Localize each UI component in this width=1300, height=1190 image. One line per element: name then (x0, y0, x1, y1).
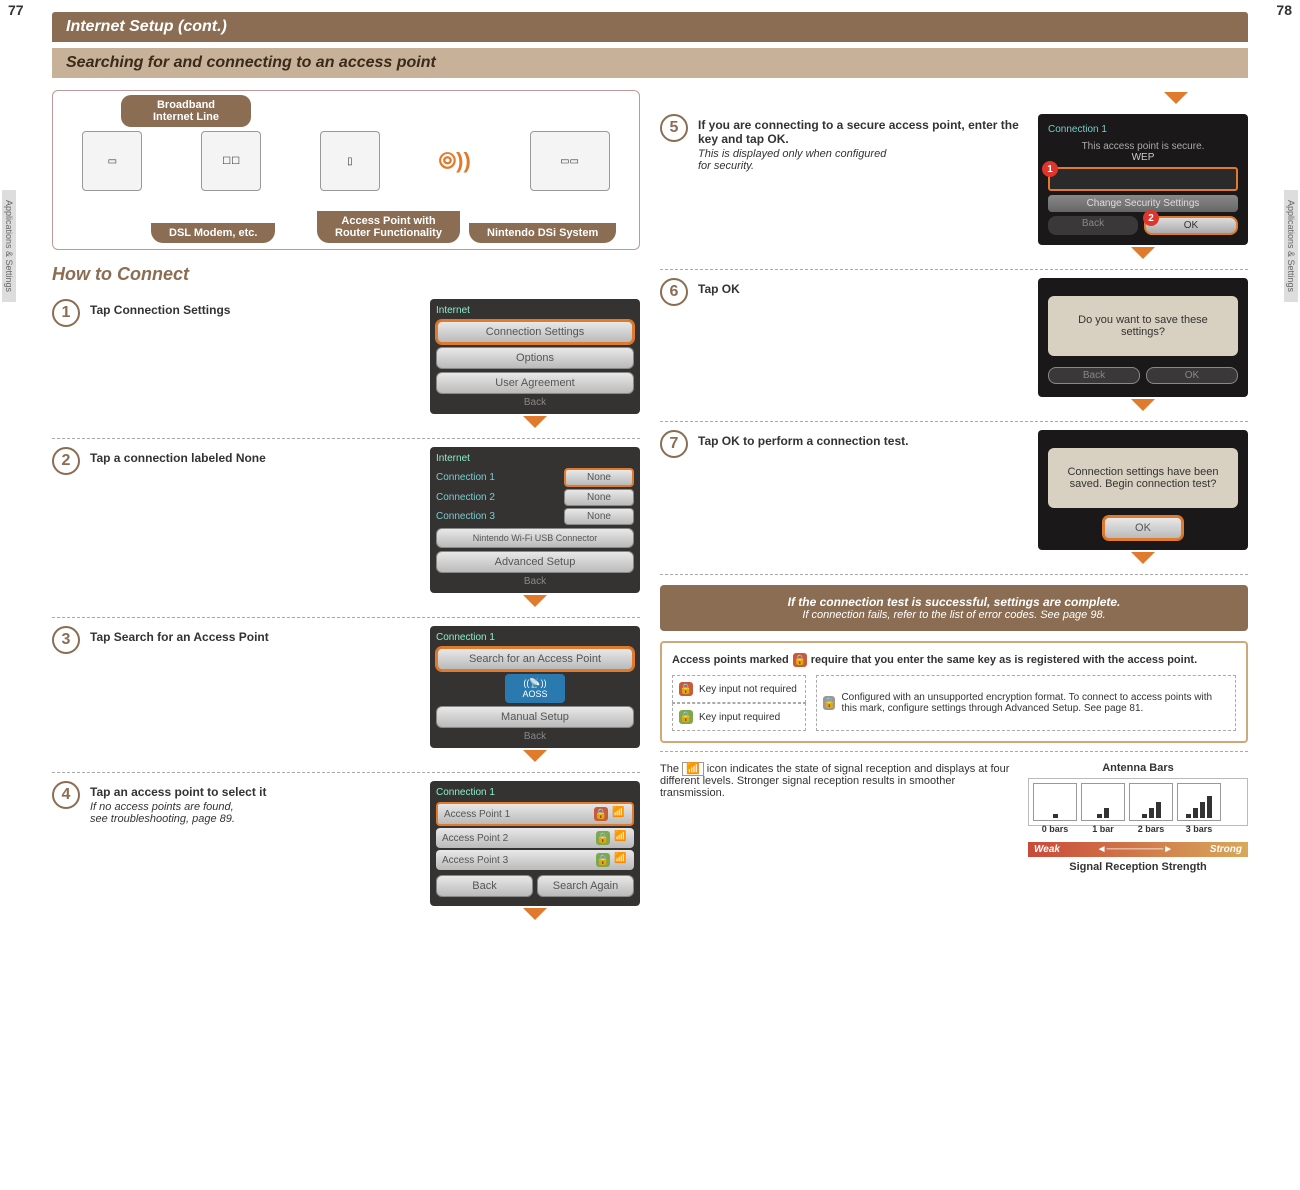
key-required-cell: 🔒Key input required (672, 703, 806, 731)
options-button[interactable]: Options (436, 347, 634, 369)
step-7-number: 7 (660, 430, 688, 458)
back-button[interactable]: Back (436, 576, 634, 587)
ok-button[interactable]: OK (1103, 516, 1183, 540)
arrow-down-icon (1164, 92, 1188, 104)
completion-message: If the connection test is successful, se… (660, 585, 1248, 631)
lock-icon: 🔒 (594, 807, 608, 821)
bars-2: 2 bars (1129, 783, 1173, 821)
diagram-dsi-label: Nintendo DSi System (469, 223, 616, 243)
lock-icon: 🔒 (793, 653, 807, 667)
access-point-3[interactable]: Access Point 3🔒📶 (436, 850, 634, 870)
signal-icon: 📶 (614, 831, 628, 845)
ok-button[interactable]: OK (1146, 367, 1238, 384)
signal-description: The 📶 icon indicates the state of signal… (660, 762, 1012, 799)
lock-icon: 🔒 (679, 682, 693, 696)
lock-icon: 🔒 (823, 696, 835, 710)
diagram-broadband-label: Broadband Internet Line (121, 95, 251, 127)
aoss-button[interactable]: ((📡))AOSS (505, 674, 565, 703)
lock-icon: 🔒 (679, 710, 693, 724)
step-7-screen: Connection settings have been saved. Beg… (1038, 430, 1248, 550)
step-3-number: 3 (52, 626, 80, 654)
step-1: 1 Tap Connection Settings Internet Conne… (52, 291, 640, 439)
step-2: 2 Tap a connection labeled None Internet… (52, 439, 640, 618)
side-tab-left: Applications & Settings (2, 190, 16, 302)
manual-setup-button[interactable]: Manual Setup (436, 706, 634, 728)
wifi-icon: ⦾)) (439, 148, 471, 174)
arrow-down-icon (523, 908, 547, 920)
page-num-left: 77 (8, 2, 24, 18)
signal-reception-label: Signal Reception Strength (1028, 861, 1248, 873)
connection-1-row[interactable]: Connection 1None (436, 468, 634, 487)
security-key-input[interactable]: 1 (1048, 167, 1238, 191)
step-6: 6 Tap OK Do you want to save these setti… (660, 270, 1248, 422)
unsupported-cell: 🔒Configured with an unsupported encrypti… (816, 675, 1236, 731)
lock-icon: 🔒 (596, 831, 610, 845)
signal-icon: 📶 (682, 762, 704, 776)
connection-settings-button[interactable]: Connection Settings (436, 320, 634, 344)
router-icon: ▯ (320, 131, 380, 191)
back-button[interactable]: Back (1048, 216, 1138, 235)
step-1-number: 1 (52, 299, 80, 327)
step-4-screen: Connection 1 Access Point 1🔒📶 Access Poi… (430, 781, 640, 906)
back-button[interactable]: Back (1048, 367, 1140, 384)
step-3: 3 Tap Search for an Access Point Connect… (52, 618, 640, 773)
how-to-connect-heading: How to Connect (52, 264, 640, 285)
usb-connector-button[interactable]: Nintendo Wi-Fi USB Connector (436, 528, 634, 548)
arrow-down-icon (523, 750, 547, 762)
arrow-down-icon (523, 595, 547, 607)
subheader-title: Searching for and connecting to an acces… (52, 48, 1248, 78)
step-5-number: 5 (660, 114, 688, 142)
modem-icon: ☐☐ (201, 131, 261, 191)
diagram-ap-label: Access Point with Router Functionality (317, 211, 460, 243)
bars-0: 0 bars (1033, 783, 1077, 821)
access-point-2[interactable]: Access Point 2🔒📶 (436, 828, 634, 848)
step-5-screen: Connection 1 This access point is secure… (1038, 114, 1248, 245)
lock-icon: 🔒 (596, 853, 610, 867)
page-num-right: 78 (1276, 2, 1292, 18)
access-point-1[interactable]: Access Point 1🔒📶 (436, 802, 634, 826)
step-6-screen: Do you want to save these settings? Back… (1038, 278, 1248, 397)
key-not-required-cell: 🔒Key input not required (672, 675, 806, 703)
search-ap-button[interactable]: Search for an Access Point (436, 647, 634, 671)
arrow-down-icon (523, 416, 547, 428)
access-point-info-box: Access points marked 🔒 require that you … (660, 641, 1248, 743)
step-3-screen: Connection 1 Search for an Access Point … (430, 626, 640, 748)
signal-icon: 📶 (614, 853, 628, 867)
callout-2: 2 (1143, 210, 1159, 226)
arrow-down-icon (1131, 399, 1155, 411)
step-7: 7 Tap OK to perform a connection test. C… (660, 422, 1248, 575)
step-5: 5 If you are connecting to a secure acce… (660, 106, 1248, 270)
change-security-button[interactable]: Change Security Settings (1048, 195, 1238, 212)
back-button[interactable]: Back (436, 397, 634, 408)
step-6-number: 6 (660, 278, 688, 306)
step-1-screen: Internet Connection Settings Options Use… (430, 299, 640, 414)
step-2-screen: Internet Connection 1None Connection 2No… (430, 447, 640, 593)
diagram-modem-label: DSL Modem, etc. (151, 223, 275, 243)
user-agreement-button[interactable]: User Agreement (436, 372, 634, 394)
wall-jack-icon: ▭ (82, 131, 142, 191)
back-button[interactable]: Back (436, 731, 634, 742)
back-button[interactable]: Back (436, 875, 533, 897)
step-2-number: 2 (52, 447, 80, 475)
arrow-down-icon (1131, 552, 1155, 564)
signal-icon: 📶 (612, 807, 626, 821)
network-diagram: Broadband Internet Line ▭ ☐☐ ▯ ⦾)) ▭▭ DS… (52, 90, 640, 250)
advanced-setup-button[interactable]: Advanced Setup (436, 551, 634, 573)
step-4-number: 4 (52, 781, 80, 809)
step-4: 4 Tap an access point to select itIf no … (52, 773, 640, 930)
side-tab-right: Applications & Settings (1284, 190, 1298, 302)
bars-3: 3 bars (1177, 783, 1221, 821)
strength-bar: Weak◄────────►Strong (1028, 842, 1248, 857)
search-again-button[interactable]: Search Again (537, 875, 634, 897)
bars-1: 1 bar (1081, 783, 1125, 821)
dsi-icon: ▭▭ (530, 131, 610, 191)
antenna-bars-title: Antenna Bars (1028, 762, 1248, 774)
connection-3-row[interactable]: Connection 3None (436, 508, 634, 525)
callout-1: 1 (1042, 161, 1058, 177)
connection-2-row[interactable]: Connection 2None (436, 489, 634, 506)
antenna-bars-box: 0 bars 1 bar 2 bars 3 bars (1028, 778, 1248, 826)
arrow-down-icon (1131, 247, 1155, 259)
